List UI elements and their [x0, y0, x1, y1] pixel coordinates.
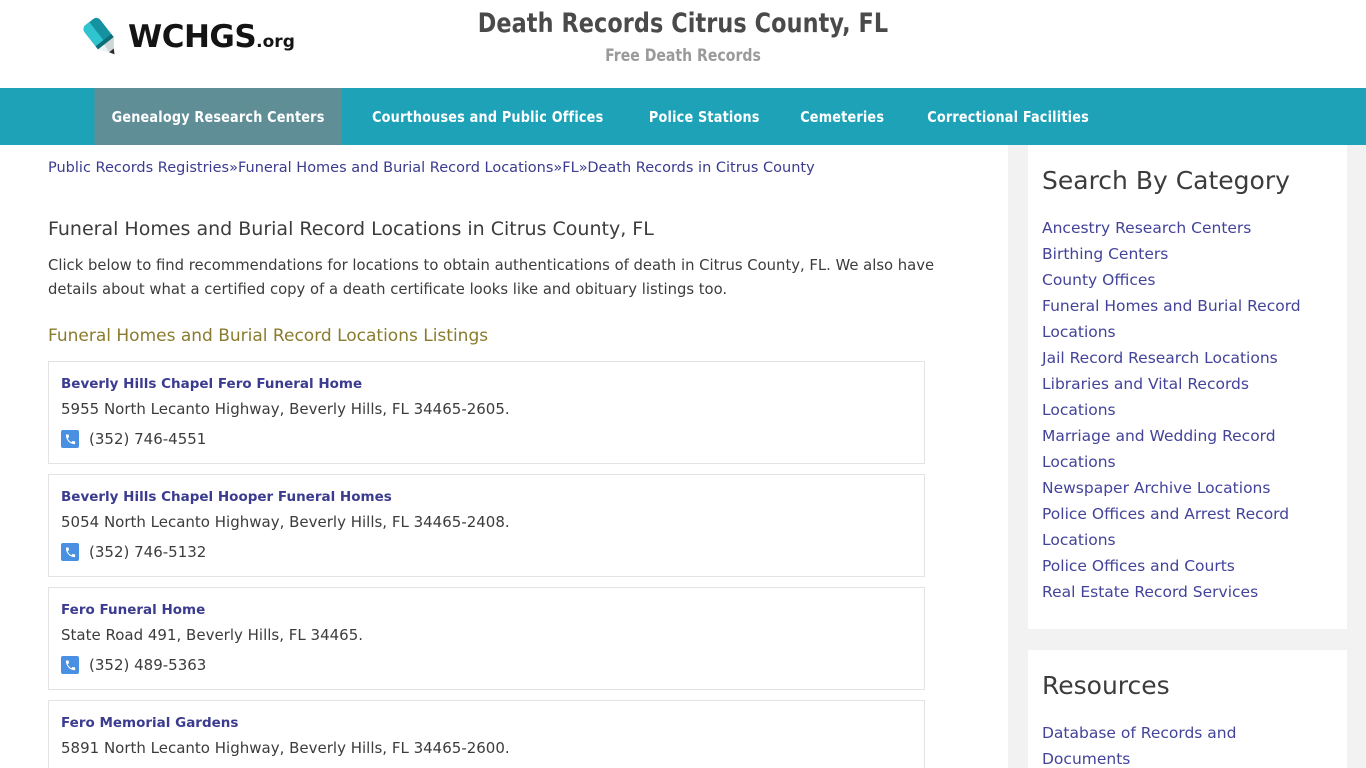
- phone-icon: [61, 656, 79, 674]
- sidebar-category-link-1[interactable]: Birthing Centers: [1042, 241, 1323, 267]
- nav-item-courthouses-and-public-offices[interactable]: Courthouses and Public Offices: [355, 88, 621, 145]
- sidebar-panel-resources: Resources Database of Records and Docume…: [1028, 650, 1347, 768]
- nav-item-correctional-facilities[interactable]: Correctional Facilities: [910, 88, 1106, 145]
- sidebar-category-link-4[interactable]: Jail Record Research Locations: [1042, 345, 1323, 371]
- logo-text: WCHGS.org: [128, 18, 295, 55]
- sidebar: Search By Category Ancestry Research Cen…: [1028, 145, 1366, 768]
- breadcrumb-separator: »: [553, 160, 563, 176]
- listings-container: Beverly Hills Chapel Fero Funeral Home 59…: [48, 361, 1008, 768]
- listing-phone-number: (352) 746-5132: [89, 543, 207, 561]
- sidebar-category-link-2[interactable]: County Offices: [1042, 267, 1323, 293]
- main-content-column: Public Records Registries»Funeral Homes …: [0, 145, 1008, 768]
- logo-tld: .org: [256, 31, 295, 52]
- listing-phone-number: (352) 489-5363: [89, 656, 207, 674]
- sidebar-category-link-0[interactable]: Ancestry Research Centers: [1042, 215, 1323, 241]
- listing-name-link[interactable]: Fero Memorial Gardens: [61, 714, 912, 733]
- pen-icon: [78, 14, 124, 60]
- breadcrumb-separator: »: [229, 160, 238, 176]
- listing-card: Beverly Hills Chapel Fero Funeral Home 59…: [48, 361, 925, 464]
- breadcrumb-item-3[interactable]: Death Records in Citrus County: [587, 160, 814, 176]
- listing-phone-row[interactable]: (352) 746-4551: [61, 429, 912, 449]
- listing-phone-row[interactable]: (352) 746-5132: [61, 542, 912, 562]
- listing-phone-number: (352) 746-4551: [89, 430, 207, 448]
- sidebar-panel-category: Search By Category Ancestry Research Cen…: [1028, 145, 1347, 629]
- content-heading: Funeral Homes and Burial Record Location…: [48, 218, 654, 240]
- sidebar-category-link-3[interactable]: Funeral Homes and Burial Record Location…: [1042, 293, 1323, 345]
- sidebar-resources-title: Resources: [1042, 671, 1170, 700]
- sidebar-resources-links: Database of Records and DocumentsBirth C…: [1042, 720, 1323, 768]
- sidebar-category-link-8[interactable]: Police Offices and Arrest Record Locatio…: [1042, 501, 1323, 553]
- listing-address: 5955 North Lecanto Highway, Beverly Hill…: [61, 400, 510, 418]
- listing-card: Beverly Hills Chapel Hooper Funeral Home…: [48, 474, 925, 577]
- listing-name-link[interactable]: Beverly Hills Chapel Fero Funeral Home: [61, 375, 912, 394]
- sidebar-category-link-10[interactable]: Real Estate Record Services: [1042, 579, 1323, 605]
- site-logo[interactable]: WCHGS.org: [78, 11, 295, 63]
- nav-item-police-stations[interactable]: Police Stations: [631, 88, 776, 145]
- content-intro: Click below to find recommendations for …: [48, 257, 935, 298]
- main-navigation: Genealogy Research Centers Courthouses an…: [0, 88, 1366, 145]
- listing-name-link[interactable]: Fero Funeral Home: [61, 601, 912, 620]
- listing-name-link[interactable]: Beverly Hills Chapel Hooper Funeral Home…: [61, 488, 912, 507]
- listing-phone-row[interactable]: (352) 489-5363: [61, 655, 912, 675]
- page-body: Public Records Registries»Funeral Homes …: [0, 145, 1366, 768]
- listings-heading: Funeral Homes and Burial Record Location…: [48, 326, 489, 346]
- sidebar-category-link-5[interactable]: Libraries and Vital Records Locations: [1042, 371, 1323, 423]
- listing-card: Fero Memorial Gardens 5891 North Lecanto …: [48, 700, 925, 768]
- listing-address: 5054 North Lecanto Highway, Beverly Hill…: [61, 513, 510, 531]
- phone-icon: [61, 543, 79, 561]
- sidebar-category-links: Ancestry Research Centers Birthing Center…: [1042, 215, 1323, 605]
- breadcrumb-item-2[interactable]: FL: [562, 160, 578, 176]
- breadcrumb-item-1[interactable]: Funeral Homes and Burial Record Location…: [238, 160, 553, 176]
- sidebar-category-link-9[interactable]: Police Offices and Courts: [1042, 553, 1323, 579]
- breadcrumb-item-0[interactable]: Public Records Registries: [48, 160, 229, 176]
- listing-card: Fero Funeral Home State Road 491, Beverly…: [48, 587, 925, 690]
- listing-address: State Road 491, Beverly Hills, FL 34465.: [61, 626, 364, 644]
- breadcrumb: Public Records Registries»Funeral Homes …: [48, 145, 1008, 178]
- sidebar-category-title: Search By Category: [1042, 166, 1290, 195]
- sidebar-category-link-6[interactable]: Marriage and Wedding Record Locations: [1042, 423, 1323, 475]
- nav-item-cemeteries[interactable]: Cemeteries: [783, 88, 901, 145]
- logo-brand: WCHGS: [128, 18, 257, 55]
- listing-address: 5891 North Lecanto Highway, Beverly Hill…: [61, 739, 510, 757]
- phone-icon: [61, 430, 79, 448]
- sidebar-category-link-7[interactable]: Newspaper Archive Locations: [1042, 475, 1323, 501]
- column-gutter: [1008, 145, 1028, 768]
- nav-item-genealogy-research-centers[interactable]: Genealogy Research Centers: [94, 88, 342, 145]
- site-header: WCHGS.org Death Records Citrus County, F…: [0, 0, 1366, 88]
- sidebar-resources-link-0[interactable]: Database of Records and Documents: [1042, 720, 1323, 768]
